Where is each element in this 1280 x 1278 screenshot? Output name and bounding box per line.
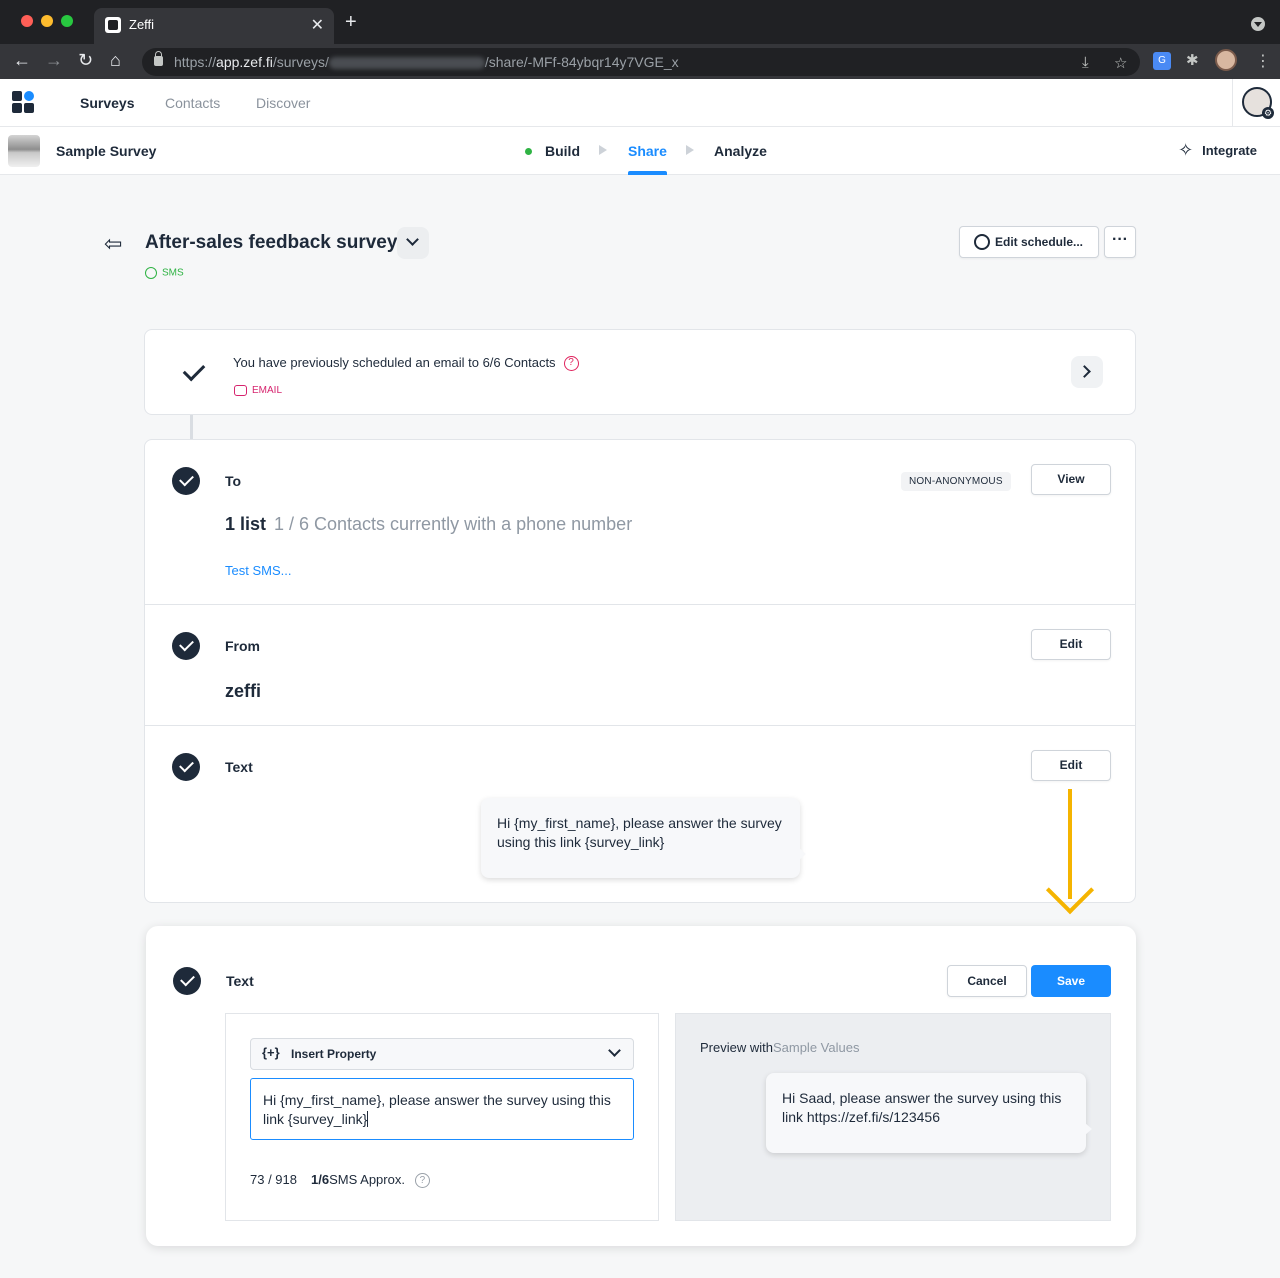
non-anonymous-badge: NON-ANONYMOUS: [901, 472, 1011, 491]
step-build[interactable]: Build: [545, 143, 580, 159]
preview-message-bubble: Hi Saad, please answer the survey using …: [766, 1073, 1092, 1153]
from-section: From Edit zeffi: [145, 605, 1135, 726]
view-button[interactable]: View: [1031, 464, 1111, 495]
window-minimize-button[interactable]: [41, 15, 53, 27]
active-step-indicator: [628, 171, 667, 175]
bookmark-star-icon[interactable]: ☆: [1114, 54, 1127, 72]
sparkle-icon: ✧: [1178, 140, 1194, 160]
more-options-button[interactable]: ···: [1104, 226, 1136, 258]
step-analyze[interactable]: Analyze: [714, 143, 767, 159]
sms-channel-tag: SMS: [145, 267, 184, 279]
window-maximize-button[interactable]: [61, 15, 73, 27]
browser-menu-icon[interactable]: ⋮: [1255, 51, 1271, 71]
nav-discover[interactable]: Discover: [256, 95, 310, 111]
insert-variable-icon: {+}: [262, 1045, 280, 1060]
survey-thumbnail[interactable]: [8, 135, 40, 167]
help-icon[interactable]: ?: [563, 356, 579, 372]
zeffi-favicon-icon: [105, 17, 121, 33]
browser-profile-avatar[interactable]: [1215, 49, 1237, 71]
timeline-connector: [190, 415, 193, 440]
step-share[interactable]: Share: [628, 143, 667, 159]
survey-header: Sample Survey Build Share Analyze ✧ Inte…: [0, 127, 1280, 175]
from-label: From: [225, 638, 260, 654]
extensions-puzzle-icon[interactable]: ✱: [1186, 51, 1199, 69]
expand-previous-button[interactable]: [1071, 356, 1103, 388]
tab-title: Zeffi: [129, 17, 155, 32]
sms-settings-card: To NON-ANONYMOUS View 1 list 1 / 6 Conta…: [144, 439, 1136, 903]
zeffi-logo-icon[interactable]: [12, 91, 36, 115]
nav-contacts[interactable]: Contacts: [165, 95, 220, 111]
previous-schedule-text: You have previously scheduled an email t…: [233, 355, 579, 372]
list-count: 1 list: [225, 514, 267, 534]
sms-icon: [145, 267, 157, 279]
forward-arrow-icon[interactable]: →: [45, 50, 63, 71]
help-icon[interactable]: ?: [414, 1173, 430, 1189]
nav-surveys[interactable]: Surveys: [80, 95, 134, 111]
check-circle-icon: [173, 967, 201, 995]
edit-schedule-button[interactable]: Edit schedule...: [959, 226, 1099, 258]
user-menu[interactable]: ⚙: [1232, 79, 1280, 127]
text-label: Text: [225, 759, 253, 775]
tab-search-icon[interactable]: [1251, 17, 1265, 31]
browser-tab[interactable]: Zeffi ✕: [94, 8, 334, 44]
preview-title: Preview withSample Values: [700, 1040, 860, 1055]
text-edit-card: Text Cancel Save {+} Insert Property Hi …: [146, 926, 1136, 1246]
contacts-description: 1 / 6 Contacts currently with a phone nu…: [274, 514, 633, 534]
chevron-down-icon: [406, 233, 419, 246]
checkmark-icon: [182, 358, 206, 382]
edit-text-button[interactable]: Edit: [1031, 750, 1111, 781]
message-textarea[interactable]: Hi {my_first_name}, please answer the su…: [250, 1078, 634, 1140]
install-app-icon[interactable]: ⤓: [1082, 54, 1089, 71]
message-editor-panel: {+} Insert Property Hi {my_first_name}, …: [225, 1013, 659, 1221]
build-status-dot: [525, 148, 532, 155]
timer-icon: [974, 234, 990, 250]
redacted-url-segment: [328, 57, 485, 70]
new-tab-icon[interactable]: +: [345, 11, 357, 34]
cancel-button[interactable]: Cancel: [947, 965, 1027, 997]
previous-schedule-card: You have previously scheduled an email t…: [144, 329, 1136, 415]
url-text: https://app.zef.fi/surveys//share/-MFf-8…: [174, 54, 679, 70]
save-button[interactable]: Save: [1031, 965, 1111, 997]
email-icon: [234, 385, 247, 396]
back-arrow-icon[interactable]: ←: [13, 50, 31, 71]
step-separator-icon: [599, 145, 607, 155]
text-edit-label: Text: [226, 973, 254, 989]
edit-from-button[interactable]: Edit: [1031, 629, 1111, 660]
browser-toolbar: ← → ↻ ⌂ https://app.zef.fi/surveys//shar…: [0, 44, 1280, 79]
message-preview-panel: Preview withSample Values Hi Saad, pleas…: [675, 1013, 1111, 1221]
title-dropdown-button[interactable]: [397, 227, 429, 259]
browser-tabbar: Zeffi ✕ +: [0, 0, 1280, 44]
translate-extension-icon[interactable]: G: [1153, 52, 1171, 70]
step-separator-icon: [686, 145, 694, 155]
check-circle-icon: [172, 467, 200, 495]
address-bar[interactable]: https://app.zef.fi/surveys//share/-MFf-8…: [142, 48, 1140, 76]
chevron-down-icon: [608, 1044, 621, 1057]
sender-name: zeffi: [225, 681, 261, 701]
insert-property-dropdown[interactable]: {+} Insert Property: [250, 1038, 634, 1070]
text-section: Text Edit Hi {my_first_name}, please ans…: [145, 726, 1135, 902]
lock-icon[interactable]: [154, 51, 163, 66]
email-channel-tag: EMAIL: [234, 385, 282, 396]
settings-gear-icon: ⚙: [1262, 107, 1274, 119]
to-label: To: [225, 473, 242, 489]
app-header: Surveys Contacts Discover ⚙: [0, 79, 1280, 127]
message-preview-bubble: Hi {my_first_name}, please answer the su…: [481, 798, 806, 878]
home-icon[interactable]: ⌂: [110, 50, 121, 71]
back-icon[interactable]: ⇦: [104, 231, 122, 257]
character-counter: 73 / 918 1/6SMS Approx.?: [250, 1172, 430, 1189]
to-section: To NON-ANONYMOUS View 1 list 1 / 6 Conta…: [145, 440, 1135, 605]
check-circle-icon: [172, 753, 200, 781]
window-close-button[interactable]: [21, 15, 33, 27]
text-caret: [367, 1111, 369, 1127]
tab-close-icon[interactable]: ✕: [311, 15, 324, 35]
chevron-right-icon: [1078, 365, 1091, 378]
reload-icon[interactable]: ↻: [78, 50, 93, 71]
integrate-button[interactable]: ✧ Integrate: [1178, 140, 1257, 160]
check-circle-icon: [172, 632, 200, 660]
page-title: After-sales feedback survey: [145, 232, 398, 253]
survey-name[interactable]: Sample Survey: [56, 143, 156, 159]
test-sms-link[interactable]: Test SMS...: [225, 563, 291, 578]
